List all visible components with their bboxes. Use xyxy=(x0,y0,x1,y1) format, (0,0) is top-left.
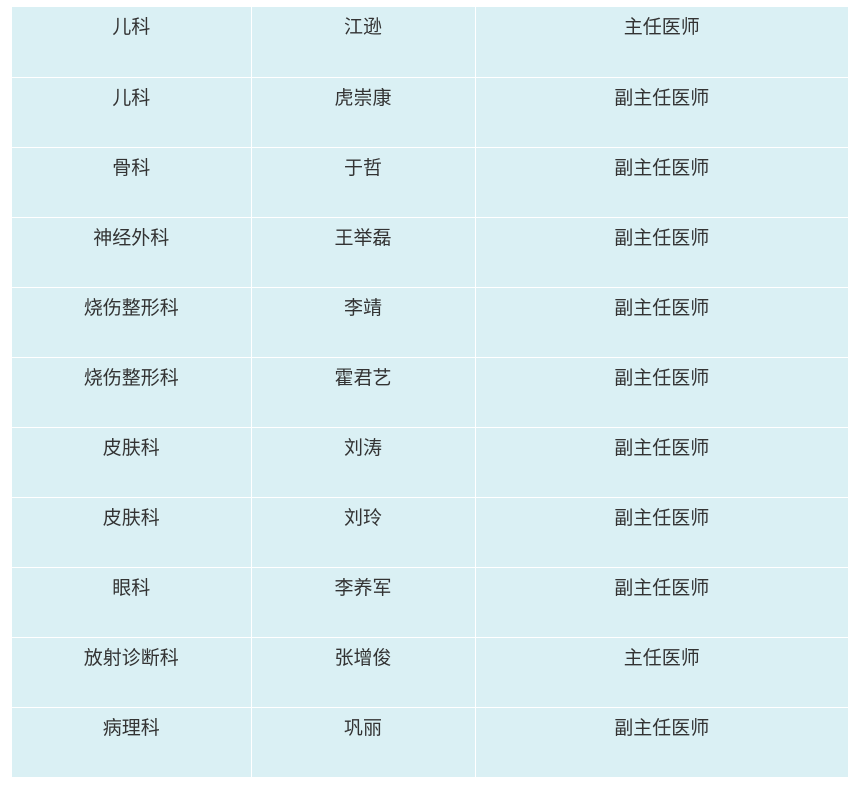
department-text: 儿科 xyxy=(112,86,151,109)
doctor-name-cell: 王举磊 xyxy=(251,217,476,288)
doctor-name-text: 巩丽 xyxy=(343,716,382,739)
title-cell: 副主任医师 xyxy=(475,497,848,568)
department-text: 烧伤整形科 xyxy=(83,366,179,389)
doctor-name-text: 王举磊 xyxy=(334,226,392,249)
department-cell: 神经外科 xyxy=(12,217,252,288)
doctor-table-container: 儿科 江逊 主任医师 儿科 虎崇康 副主任医师 骨科 于哲 副主任医师 神经外科… xyxy=(12,7,848,777)
table-row: 眼科 李养军 副主任医师 xyxy=(12,567,848,638)
title-cell: 主任医师 xyxy=(475,7,848,78)
doctor-name-text: 李养军 xyxy=(334,576,392,599)
doctor-name-cell: 李养军 xyxy=(251,567,476,638)
department-text: 皮肤科 xyxy=(102,506,160,529)
department-cell: 烧伤整形科 xyxy=(12,357,252,428)
title-cell: 副主任医师 xyxy=(475,147,848,218)
doctor-name-text: 江逊 xyxy=(343,16,382,38)
title-cell: 副主任医师 xyxy=(475,357,848,428)
department-text: 病理科 xyxy=(102,716,160,739)
department-text: 神经外科 xyxy=(93,226,170,249)
doctor-name-text: 于哲 xyxy=(343,156,382,179)
doctor-name-cell: 刘玲 xyxy=(251,497,476,568)
title-cell: 副主任医师 xyxy=(475,217,848,288)
doctor-name-text: 张增俊 xyxy=(334,646,392,669)
title-cell: 副主任医师 xyxy=(475,707,848,777)
doctor-name-cell: 张增俊 xyxy=(251,637,476,708)
doctor-name-text: 刘玲 xyxy=(343,506,382,529)
department-cell: 烧伤整形科 xyxy=(12,287,252,358)
title-text: 主任医师 xyxy=(623,16,700,38)
title-text: 副主任医师 xyxy=(614,576,710,599)
title-text: 副主任医师 xyxy=(614,156,710,179)
title-cell: 副主任医师 xyxy=(475,427,848,498)
table-row: 儿科 江逊 主任医师 xyxy=(12,7,848,78)
table-row: 儿科 虎崇康 副主任医师 xyxy=(12,77,848,148)
department-cell: 儿科 xyxy=(12,7,252,78)
title-cell: 副主任医师 xyxy=(475,287,848,358)
title-text: 副主任医师 xyxy=(614,506,710,529)
doctor-name-cell: 刘涛 xyxy=(251,427,476,498)
doctor-name-cell: 江逊 xyxy=(251,7,476,78)
doctor-name-text: 李靖 xyxy=(343,296,382,319)
doctor-name-cell: 虎崇康 xyxy=(251,77,476,148)
title-cell: 副主任医师 xyxy=(475,567,848,638)
title-text: 副主任医师 xyxy=(614,436,710,459)
department-cell: 皮肤科 xyxy=(12,497,252,568)
department-text: 眼科 xyxy=(112,576,151,599)
doctor-table: 儿科 江逊 主任医师 儿科 虎崇康 副主任医师 骨科 于哲 副主任医师 神经外科… xyxy=(12,7,848,777)
title-cell: 副主任医师 xyxy=(475,77,848,148)
doctor-name-text: 刘涛 xyxy=(343,436,382,459)
doctor-name-cell: 霍君艺 xyxy=(251,357,476,428)
doctor-name-cell: 于哲 xyxy=(251,147,476,218)
table-row: 烧伤整形科 霍君艺 副主任医师 xyxy=(12,357,848,428)
doctor-name-text: 霍君艺 xyxy=(334,366,392,389)
title-text: 副主任医师 xyxy=(614,226,710,249)
table-row: 放射诊断科 张增俊 主任医师 xyxy=(12,637,848,708)
department-cell: 眼科 xyxy=(12,567,252,638)
title-text: 副主任医师 xyxy=(614,716,710,739)
department-text: 烧伤整形科 xyxy=(83,296,179,319)
title-cell: 主任医师 xyxy=(475,637,848,708)
table-row: 皮肤科 刘玲 副主任医师 xyxy=(12,497,848,568)
title-text: 副主任医师 xyxy=(614,366,710,389)
doctor-name-cell: 李靖 xyxy=(251,287,476,358)
table-row: 骨科 于哲 副主任医师 xyxy=(12,147,848,218)
department-cell: 放射诊断科 xyxy=(12,637,252,708)
doctor-name-text: 虎崇康 xyxy=(334,86,392,109)
title-text: 主任医师 xyxy=(623,646,700,669)
table-row: 烧伤整形科 李靖 副主任医师 xyxy=(12,287,848,358)
table-row: 病理科 巩丽 副主任医师 xyxy=(12,707,848,777)
title-text: 副主任医师 xyxy=(614,86,710,109)
table-row: 皮肤科 刘涛 副主任医师 xyxy=(12,427,848,498)
department-cell: 病理科 xyxy=(12,707,252,777)
department-cell: 皮肤科 xyxy=(12,427,252,498)
department-text: 皮肤科 xyxy=(102,436,160,459)
table-row: 神经外科 王举磊 副主任医师 xyxy=(12,217,848,288)
title-text: 副主任医师 xyxy=(614,296,710,319)
department-cell: 儿科 xyxy=(12,77,252,148)
department-text: 骨科 xyxy=(112,156,151,179)
department-text: 放射诊断科 xyxy=(83,646,179,669)
department-text: 儿科 xyxy=(112,16,151,38)
doctor-name-cell: 巩丽 xyxy=(251,707,476,777)
department-cell: 骨科 xyxy=(12,147,252,218)
